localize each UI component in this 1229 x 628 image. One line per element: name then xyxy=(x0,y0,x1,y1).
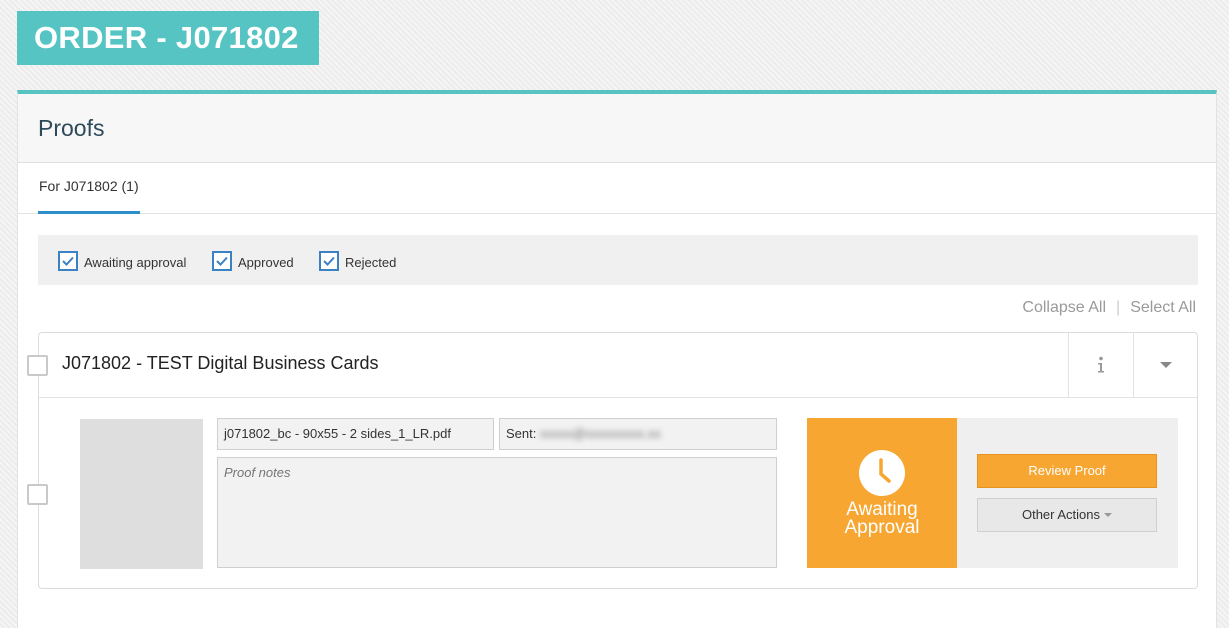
other-actions-label: Other Actions xyxy=(1021,507,1101,522)
clock-icon xyxy=(859,450,905,496)
checkbox-approved[interactable] xyxy=(212,251,232,271)
filter-awaiting-approval[interactable]: Awaiting approval xyxy=(58,251,186,271)
proof-select-checkbox[interactable] xyxy=(27,484,48,505)
checkmark-icon xyxy=(62,256,74,266)
tab-for-order[interactable]: For J071802 (1) xyxy=(38,163,140,214)
status-badge: Awaiting Approval xyxy=(807,418,957,568)
panel-title: Proofs xyxy=(38,115,105,141)
checkmark-icon xyxy=(323,256,335,266)
tab-bar: For J071802 (1) xyxy=(18,163,1216,214)
order-title: ORDER - J071802 xyxy=(17,11,319,65)
checkbox-awaiting-approval[interactable] xyxy=(58,251,78,271)
bulk-actions: Collapse All | Select All xyxy=(1022,299,1196,317)
filter-label: Approved xyxy=(238,254,294,270)
panel-header: Proofs xyxy=(18,94,1216,163)
filter-label: Rejected xyxy=(345,254,397,270)
job-title: J071802 - TEST Digital Business Cards xyxy=(62,353,379,373)
checkmark-icon xyxy=(216,256,228,266)
job-select-checkbox[interactable] xyxy=(27,355,48,376)
info-icon xyxy=(1098,356,1104,373)
collapse-all-link[interactable]: Collapse All xyxy=(1022,299,1106,317)
caret-down-icon xyxy=(1160,361,1172,368)
select-all-link[interactable]: Select All xyxy=(1130,299,1196,317)
proof-status-area: Awaiting Approval Review Proof Other Act… xyxy=(807,418,1178,568)
status-filter-bar: Awaiting approval Approved Rejected xyxy=(38,235,1198,285)
proof-notes-input[interactable] xyxy=(217,457,777,568)
job-header: J071802 - TEST Digital Business Cards xyxy=(39,333,1197,398)
filter-label: Awaiting approval xyxy=(84,254,187,270)
proof-thumbnail[interactable] xyxy=(80,419,203,569)
caret-down-icon xyxy=(1104,513,1113,518)
status-text: Awaiting Approval xyxy=(807,500,957,538)
proof-filename-field: j071802_bc - 90x55 - 2 sides_1_LR.pdf xyxy=(217,418,494,450)
info-button[interactable] xyxy=(1068,333,1133,397)
review-proof-button[interactable]: Review Proof xyxy=(977,454,1157,488)
job-menu-button[interactable] xyxy=(1133,333,1198,397)
sent-recipient: xxxxx@xxxxxxxxx.xx xyxy=(539,426,661,441)
filter-approved[interactable]: Approved xyxy=(212,251,294,271)
proof-sent-field: Sent: xxxxx@xxxxxxxxx.xx xyxy=(499,418,777,450)
filter-rejected[interactable]: Rejected xyxy=(319,251,396,271)
other-actions-button[interactable]: Other Actions xyxy=(977,498,1157,532)
checkbox-rejected[interactable] xyxy=(319,251,339,271)
status-line-2: Approval xyxy=(844,517,920,538)
proofs-panel: Proofs For J071802 (1) Awaiting approval… xyxy=(17,90,1217,628)
sent-label: Sent: xyxy=(506,426,537,441)
job-card: J071802 - TEST Digital Business Cards j0… xyxy=(38,332,1198,589)
separator: | xyxy=(1116,299,1121,316)
